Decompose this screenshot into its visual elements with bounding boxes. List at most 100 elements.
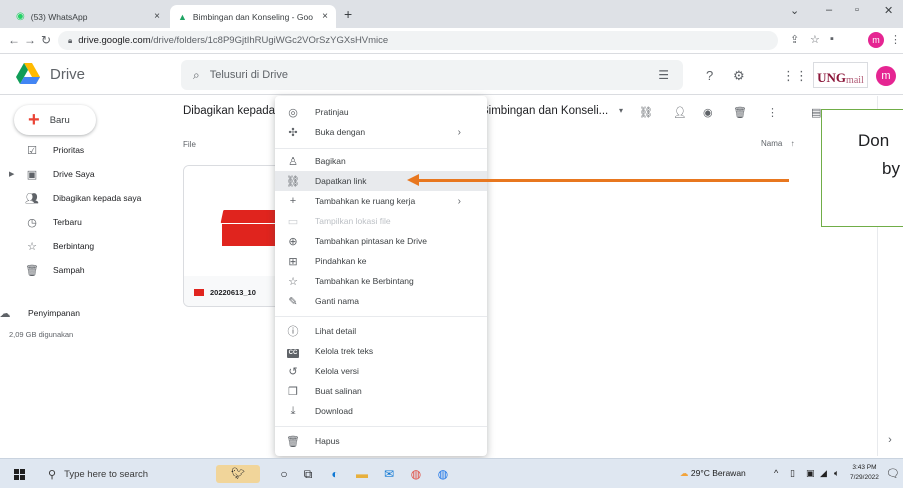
drive-logo-icon[interactable] xyxy=(16,63,40,85)
menu-item-add-shortcut[interactable]: ⊕ Tambahkan pintasan ke Drive xyxy=(275,231,487,251)
file-explorer-icon[interactable]: ▬ xyxy=(354,466,370,482)
clock-date: 7/29/2022 xyxy=(850,474,879,481)
menu-item-delete[interactable]: 🗑︎ Hapus xyxy=(275,431,487,451)
file-caption: 20220613_10 xyxy=(184,276,282,306)
link-icon[interactable]: ⛓ xyxy=(639,106,653,119)
minimize-icon[interactable]: – xyxy=(826,4,832,16)
search-input[interactable]: ⌕ Telusuri di Drive ☰ xyxy=(181,60,683,90)
menu-item-show-location: ▭ Tampilkan lokasi file xyxy=(275,211,487,231)
sidebar-item-label: Penyimpanan xyxy=(28,308,80,318)
people-icon: 👥︎ xyxy=(25,192,39,205)
sidebar-item-label: Terbaru xyxy=(53,217,82,227)
breadcrumb-folder[interactable]: Bimbingan dan Konseli... xyxy=(481,105,608,117)
new-button[interactable]: + Baru xyxy=(14,105,96,135)
windows-start-icon[interactable] xyxy=(14,469,25,480)
menu-item-versions[interactable]: ↺ Kelola versi xyxy=(275,361,487,381)
search-highlight-image[interactable]: 🐦︎ xyxy=(216,465,260,483)
window-close-icon[interactable]: ✕ xyxy=(884,4,893,17)
forward-icon[interactable]: → xyxy=(24,33,36,47)
more-vert-icon[interactable]: ⋮ xyxy=(767,106,778,119)
menu-item-star[interactable]: ☆ Tambahkan ke Berbintang xyxy=(275,271,487,291)
menu-item-open-with[interactable]: ✣ Buka dengan › xyxy=(275,122,487,142)
trash-icon[interactable]: 🗑︎ xyxy=(733,106,747,119)
sidebar-item-shared[interactable]: 👥︎ Dibagikan kepada saya xyxy=(0,188,170,208)
annotation-arrow-head xyxy=(407,174,419,186)
tab-search-chevron-icon[interactable]: ⌄ xyxy=(790,4,799,17)
tab-layout-icon[interactable]: ▪ xyxy=(830,33,834,45)
file-card[interactable]: 20220613_10 xyxy=(183,165,283,307)
trash-icon: 🗑︎ xyxy=(25,264,39,277)
search-placeholder: Telusuri di Drive xyxy=(209,69,288,81)
sidebar-item-storage[interactable]: ☁ Penyimpanan xyxy=(0,303,170,323)
menu-item-add-workspace[interactable]: + Tambahkan ke ruang kerja › xyxy=(275,191,487,211)
url-bar[interactable]: 🔒︎ drive.google.com/drive/folders/1c8P9G… xyxy=(58,31,778,50)
menu-divider xyxy=(275,426,487,427)
apps-grid-icon[interactable]: ⋮⋮ xyxy=(782,68,808,84)
sidebar-item-trash[interactable]: 🗑︎ Sampah xyxy=(0,260,170,280)
sidebar-item-label: Drive Saya xyxy=(53,169,95,179)
move-icon: ⊞ xyxy=(288,255,298,268)
tray-chevron-icon[interactable]: ^ xyxy=(774,468,778,478)
info-icon: ⓘ xyxy=(287,326,299,338)
open-with-icon: ✣ xyxy=(288,126,298,139)
cortana-icon[interactable]: ○ xyxy=(276,466,292,482)
sidebar-item-recent[interactable]: ◷ Terbaru xyxy=(0,212,170,232)
reload-icon[interactable]: ↻ xyxy=(41,33,51,47)
sidebar-item-priority[interactable]: ☑ Prioritas xyxy=(0,140,170,160)
share-page-icon[interactable]: ⇪ xyxy=(790,33,799,46)
edge-browser-icon[interactable]: ◐ xyxy=(327,466,343,482)
volume-icon[interactable]: 🔈︎ xyxy=(834,468,839,479)
battery-icon[interactable]: ▯ xyxy=(790,468,795,479)
folder-dropdown-icon[interactable]: ▾ xyxy=(619,106,623,115)
menu-item-preview[interactable]: ◎ Pratinjau xyxy=(275,102,487,122)
sidebar-item-my-drive[interactable]: ▶ ▣ Drive Saya xyxy=(0,164,170,184)
breadcrumb-shared[interactable]: Dibagikan kepada xyxy=(183,105,275,117)
whatsapp-icon: ◉ xyxy=(16,11,25,22)
tab-close-icon[interactable]: × xyxy=(322,11,328,22)
check-square-icon: ☑ xyxy=(27,144,37,157)
system-clock[interactable]: 3:43 PM 7/29/2022 xyxy=(850,463,879,483)
notification-icon[interactable]: 🗨︎ xyxy=(886,467,900,480)
plus-icon: + xyxy=(289,195,297,207)
menu-item-download[interactable]: ⤓ Download xyxy=(275,401,487,421)
browser-menu-icon[interactable]: ⋮ xyxy=(890,33,901,46)
menu-item-copy[interactable]: ❐ Buat salinan xyxy=(275,381,487,401)
chrome-icon[interactable]: ◍ xyxy=(408,466,424,482)
settings-gear-icon[interactable]: ⚙ xyxy=(733,68,745,84)
expand-panel-chevron-icon[interactable]: › xyxy=(877,434,903,446)
tab-close-icon[interactable]: × xyxy=(154,11,160,22)
maximize-icon[interactable]: ▫ xyxy=(855,4,859,16)
bookmark-star-icon[interactable]: ☆ xyxy=(810,33,820,46)
ung-mail-logo[interactable]: UNG mail xyxy=(813,62,868,88)
wifi-icon[interactable]: ◢ xyxy=(820,468,827,479)
preview-eye-icon[interactable]: ◉ xyxy=(703,106,713,119)
plus-icon: + xyxy=(28,109,40,131)
profile-avatar[interactable]: m xyxy=(868,32,884,48)
sidebar-item-starred[interactable]: ☆ Berbintang xyxy=(0,236,170,256)
file-section-label: File xyxy=(183,140,196,149)
weather-widget[interactable]: ☁ 29°C Berawan xyxy=(680,468,746,479)
expand-caret-icon[interactable]: ▶ xyxy=(9,170,14,178)
menu-item-captions[interactable]: CC Kelola trek teks xyxy=(275,341,487,361)
add-person-icon[interactable]: 👤︎ xyxy=(673,106,687,119)
back-icon[interactable]: ← xyxy=(8,33,20,47)
task-view-icon[interactable]: ⧉ xyxy=(300,466,316,482)
mail-icon[interactable]: ✉ xyxy=(381,466,397,482)
chrome-profile-icon[interactable]: ◍ xyxy=(435,466,451,482)
search-options-icon[interactable]: ☰ xyxy=(658,68,669,82)
new-tab-button[interactable]: + xyxy=(344,6,352,22)
meet-icon[interactable]: ▣ xyxy=(806,468,815,479)
list-view-icon[interactable]: ▤ xyxy=(811,106,821,119)
taskbar-search-input[interactable]: ⚲ Type here to search xyxy=(42,463,160,485)
tab-drive[interactable]: ▲ Bimbingan dan Konseling - Goo × xyxy=(170,5,336,28)
menu-item-share[interactable]: ♙ Bagikan xyxy=(275,151,487,171)
tab-whatsapp[interactable]: ◉ (53) WhatsApp × xyxy=(8,5,168,28)
submenu-arrow-icon: › xyxy=(457,126,461,138)
sort-by-name[interactable]: Nama ↑ xyxy=(761,139,795,148)
menu-item-rename[interactable]: ✎ Ganti nama xyxy=(275,291,487,311)
annotation-callout: Don by xyxy=(821,109,903,227)
account-avatar[interactable]: m xyxy=(876,66,896,86)
menu-item-details[interactable]: ⓘ Lihat detail xyxy=(275,321,487,341)
menu-item-move[interactable]: ⊞ Pindahkan ke xyxy=(275,251,487,271)
help-icon[interactable]: ? xyxy=(706,68,713,83)
